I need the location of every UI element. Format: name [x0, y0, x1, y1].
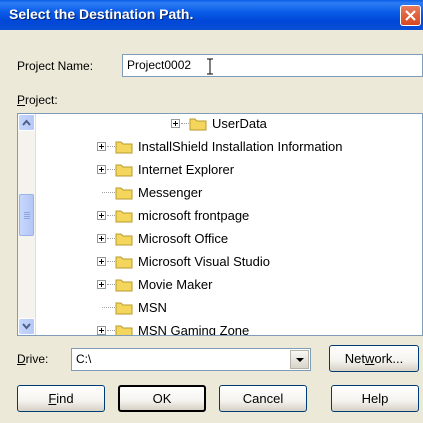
- project-name-value: Project0002: [127, 58, 192, 72]
- folder-icon: [115, 256, 133, 269]
- drive-label: Drive:: [17, 352, 49, 366]
- folder-icon: [115, 210, 133, 223]
- folder-icon: [115, 164, 133, 177]
- scroll-up-button[interactable]: [18, 114, 35, 131]
- tree-item-label: Movie Maker: [138, 277, 213, 292]
- project-name-label: Project Name:: [17, 59, 94, 73]
- expand-icon[interactable]: [97, 165, 106, 174]
- tree-item-label: MSN Gaming Zone: [138, 323, 250, 336]
- project-label: Project:: [17, 93, 58, 107]
- expand-icon[interactable]: [97, 234, 106, 243]
- tree-item-label: Microsoft Visual Studio: [138, 254, 270, 269]
- scroll-thumb[interactable]: [19, 194, 34, 236]
- title-bar[interactable]: Select the Destination Path.: [0, 0, 423, 30]
- expand-icon[interactable]: [97, 211, 106, 220]
- window-title: Select the Destination Path.: [9, 6, 194, 22]
- folder-icon: [115, 233, 133, 246]
- help-button[interactable]: Help: [331, 385, 419, 412]
- tree-item-label: MSN: [138, 300, 167, 315]
- project-name-input[interactable]: Project0002: [122, 54, 423, 77]
- find-button[interactable]: Find: [17, 385, 105, 412]
- project-tree[interactable]: UserData InstallShield Installation Info…: [17, 113, 423, 336]
- ok-button[interactable]: OK: [118, 385, 206, 412]
- chevron-down-icon: [22, 323, 31, 330]
- folder-icon: [115, 141, 133, 154]
- text-cursor-icon: [207, 58, 213, 75]
- expand-icon[interactable]: [97, 142, 106, 151]
- tree-item-label: Microsoft Office: [138, 231, 229, 246]
- scroll-down-button[interactable]: [18, 318, 35, 335]
- chevron-down-icon: [296, 358, 304, 362]
- tree-scrollbar[interactable]: [18, 114, 36, 335]
- close-icon: [405, 10, 416, 21]
- expand-icon[interactable]: [97, 280, 106, 289]
- drive-dropdown-button[interactable]: [290, 350, 309, 369]
- folder-icon: [115, 187, 133, 200]
- tree-item-label: microsoft frontpage: [138, 208, 250, 223]
- tree-item-label: InstallShield Installation Information: [138, 139, 343, 154]
- expand-icon[interactable]: [97, 257, 106, 266]
- close-button[interactable]: [400, 5, 421, 26]
- folder-icon: [189, 118, 207, 131]
- tree-item-label: UserData: [212, 116, 267, 131]
- cancel-button[interactable]: Cancel: [219, 385, 307, 412]
- expand-icon[interactable]: [171, 119, 180, 128]
- folder-icon: [115, 302, 133, 315]
- folder-icon: [115, 325, 133, 335]
- network-button[interactable]: Network...: [329, 345, 419, 372]
- tree-item-label: Messenger: [138, 185, 203, 200]
- chevron-up-icon: [22, 119, 31, 126]
- expand-icon[interactable]: [97, 326, 106, 335]
- drive-select[interactable]: C:\: [71, 348, 311, 371]
- tree-item-label: Internet Explorer: [138, 162, 235, 177]
- drive-value: C:\: [76, 352, 92, 366]
- folder-icon: [115, 279, 133, 292]
